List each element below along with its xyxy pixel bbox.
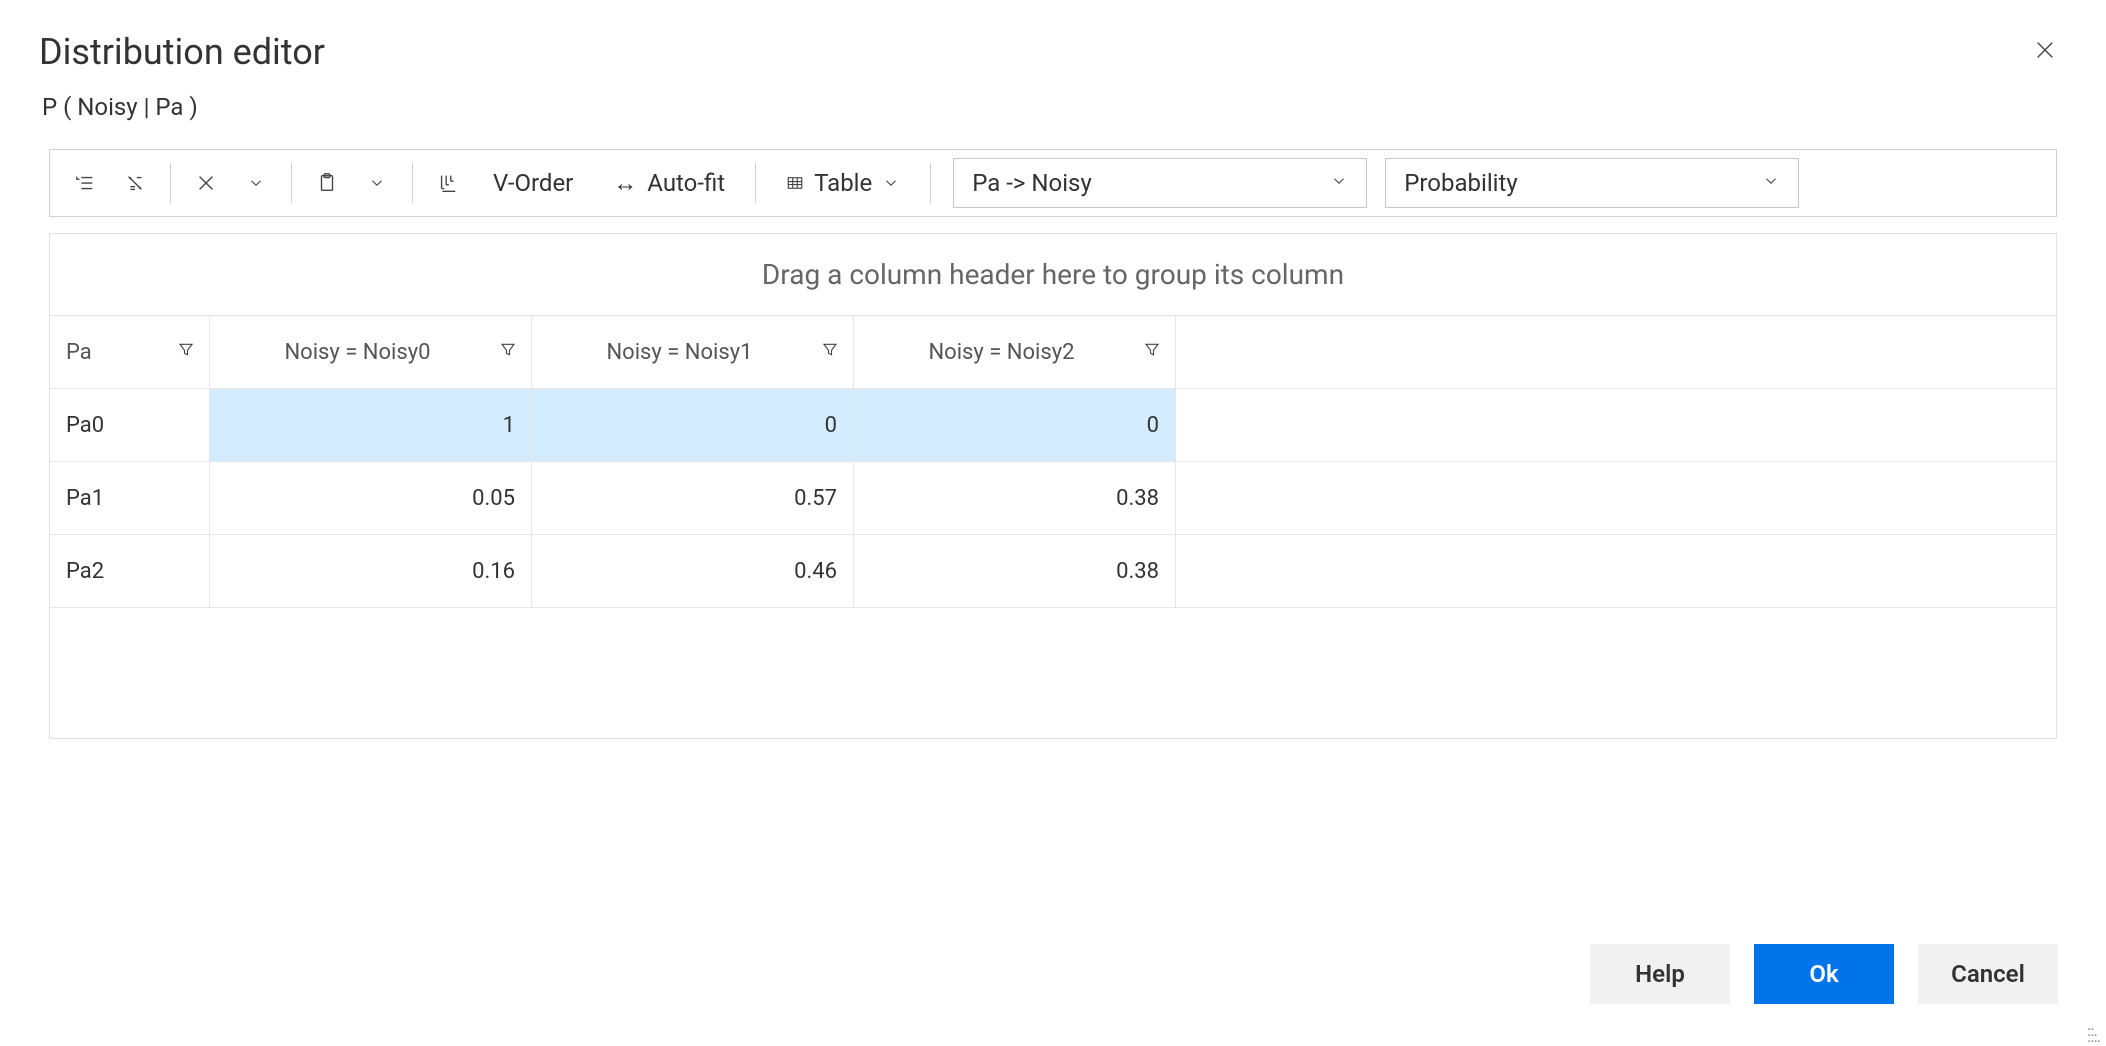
order-select-value: Pa -> Noisy [972, 169, 1092, 197]
clear-button[interactable] [187, 164, 225, 202]
chevron-down-icon [1330, 172, 1348, 194]
row-value-cell[interactable]: 0.38 [854, 462, 1176, 534]
column-header-label: Noisy = Noisy0 [284, 340, 456, 365]
view-mode-button[interactable]: Table [772, 163, 914, 203]
insert-row-icon [74, 172, 96, 194]
row-value-cell[interactable]: 0 [854, 389, 1176, 461]
dialog-title: Distribution editor [39, 31, 325, 73]
paste-button[interactable] [308, 164, 346, 202]
group-by-hint[interactable]: Drag a column header here to group its c… [50, 234, 2056, 315]
toolbar: V-Order ↔ Auto-fit Table Pa -> Noisy Pro… [49, 149, 2057, 217]
column-header-label: Noisy = Noisy1 [606, 340, 778, 365]
grid-spacer [50, 608, 2056, 738]
normalize-button[interactable] [116, 164, 154, 202]
grid: Pa Noisy = Noisy0 Noisy = Noisy1 Noisy =… [50, 315, 2056, 738]
filter-icon[interactable] [1143, 341, 1161, 364]
row-value-cell[interactable]: 0.57 [532, 462, 854, 534]
row-value-cell[interactable]: 0.38 [854, 535, 1176, 607]
toolbar-separator [291, 163, 292, 203]
column-header-label: Pa [66, 340, 92, 365]
distribution-expression: P ( Noisy | Pa ) [0, 83, 2106, 137]
clipboard-icon [316, 172, 338, 194]
help-button[interactable]: Help [1590, 944, 1730, 1004]
column-header-label: Noisy = Noisy2 [928, 340, 1100, 365]
row-key-cell[interactable]: Pa1 [50, 462, 210, 534]
chevron-down-icon [882, 174, 900, 192]
close-button[interactable] [2030, 30, 2060, 73]
grid-header-row: Pa Noisy = Noisy0 Noisy = Noisy1 Noisy =… [50, 316, 2056, 389]
row-value-cell[interactable]: 0.05 [210, 462, 532, 534]
chevron-down-icon [368, 174, 386, 192]
row-value-cell[interactable]: 0 [532, 389, 854, 461]
sort-icon [437, 172, 459, 194]
toolbar-separator [755, 163, 756, 203]
paste-dropdown-button[interactable] [358, 164, 396, 202]
resize-icon: ↔ [613, 169, 637, 198]
row-key-cell[interactable]: Pa0 [50, 389, 210, 461]
table-row[interactable]: Pa20.160.460.38 [50, 535, 2056, 608]
resize-grip[interactable]: ......... [2087, 1022, 2100, 1040]
column-header-pa[interactable]: Pa [50, 316, 210, 388]
x-icon [195, 172, 217, 194]
filter-icon[interactable] [499, 341, 517, 364]
close-icon [2034, 39, 2056, 61]
table-icon [786, 174, 804, 192]
v-order-icon-button[interactable] [429, 164, 467, 202]
column-header-noisy0[interactable]: Noisy = Noisy0 [210, 316, 532, 388]
row-key-cell[interactable]: Pa2 [50, 535, 210, 607]
metric-select[interactable]: Probability [1385, 158, 1799, 208]
toolbar-separator [412, 163, 413, 203]
column-header-noisy2[interactable]: Noisy = Noisy2 [854, 316, 1176, 388]
chevron-down-icon [1762, 172, 1780, 194]
row-value-cell[interactable]: 1 [210, 389, 532, 461]
dialog-header: Distribution editor [0, 0, 2106, 83]
percent-icon [124, 172, 146, 194]
row-value-cell[interactable]: 0.16 [210, 535, 532, 607]
view-mode-label: Table [814, 169, 872, 197]
distribution-table: Drag a column header here to group its c… [49, 233, 2057, 739]
ok-button[interactable]: Ok [1754, 944, 1894, 1004]
column-header-noisy1[interactable]: Noisy = Noisy1 [532, 316, 854, 388]
chevron-down-icon [247, 174, 265, 192]
grid-body: Pa0100Pa10.050.570.38Pa20.160.460.38 [50, 389, 2056, 608]
filter-icon[interactable] [177, 341, 195, 364]
table-row[interactable]: Pa0100 [50, 389, 2056, 462]
auto-fit-label: Auto-fit [647, 169, 725, 197]
row-value-cell[interactable]: 0.46 [532, 535, 854, 607]
auto-fit-button[interactable]: ↔ Auto-fit [599, 163, 739, 204]
toolbar-separator [170, 163, 171, 203]
v-order-button[interactable]: V-Order [479, 163, 587, 203]
order-select[interactable]: Pa -> Noisy [953, 158, 1367, 208]
toolbar-separator [930, 163, 931, 203]
insert-row-button[interactable] [66, 164, 104, 202]
cancel-button[interactable]: Cancel [1918, 944, 2058, 1004]
clear-dropdown-button[interactable] [237, 164, 275, 202]
dialog-footer: Help Ok Cancel [1590, 944, 2058, 1004]
metric-select-value: Probability [1404, 169, 1517, 197]
table-row[interactable]: Pa10.050.570.38 [50, 462, 2056, 535]
filter-icon[interactable] [821, 341, 839, 364]
v-order-label: V-Order [493, 169, 573, 197]
